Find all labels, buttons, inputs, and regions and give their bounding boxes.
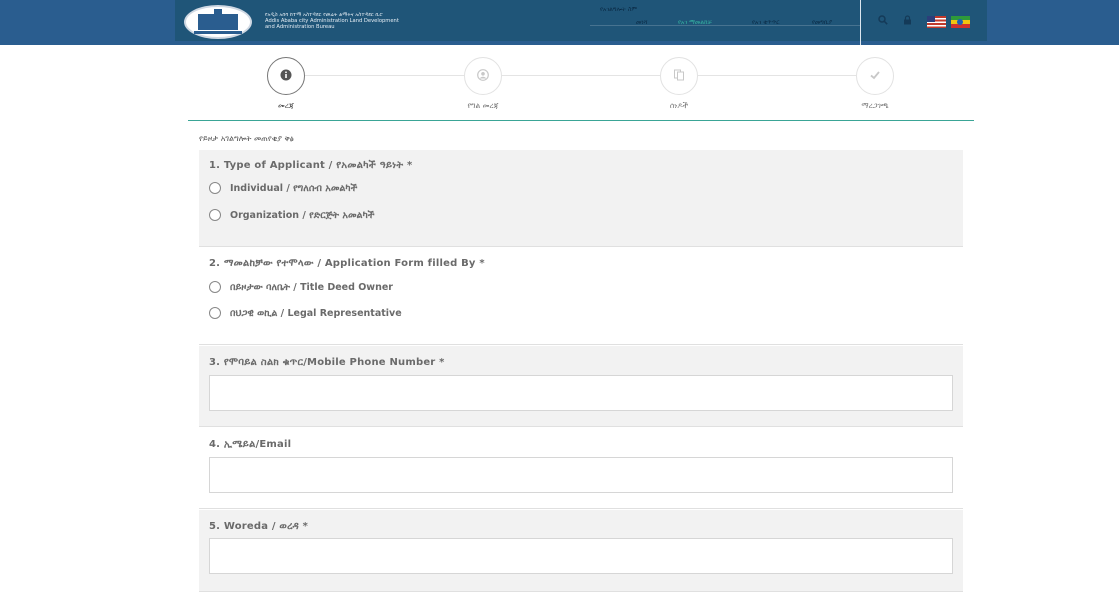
logo-ribbon bbox=[194, 31, 242, 34]
mobile-phone-section: 3. የሞባይል ስልክ ቁጥር/Mobile Phone Number * bbox=[199, 346, 963, 427]
building-emblem-icon bbox=[198, 9, 238, 30]
form-title: የይዞታ አገልግሎት መጠየቂያ ቅፅ bbox=[199, 134, 294, 143]
nav-item-home[interactable]: መነሻ bbox=[636, 19, 648, 27]
radio-label: Individual / የግለሰብ አመልካች bbox=[230, 182, 358, 194]
filled-by-owner-option[interactable]: በይዞታው ባለቤት / Title Deed Owner bbox=[209, 281, 393, 293]
radio-button[interactable] bbox=[209, 209, 221, 221]
search-icon[interactable] bbox=[878, 15, 888, 28]
step-label-personal-info: የግል መረጃ bbox=[467, 101, 499, 110]
nav-item-application[interactable]: የአገ ማመልከቻ bbox=[678, 19, 712, 27]
step-label-documents: ሰነዶች bbox=[669, 101, 689, 110]
applicant-type-section: 1. Type of Applicant / የአመልካች ዓይነት * Ind… bbox=[199, 150, 963, 247]
user-icon bbox=[477, 68, 489, 84]
us-flag-icon[interactable] bbox=[927, 16, 946, 28]
mobile-phone-label: 3. የሞባይል ስልክ ቁጥር/Mobile Phone Number * bbox=[209, 357, 445, 368]
ethiopia-flag-icon[interactable] bbox=[951, 16, 970, 28]
applicant-type-label: 1. Type of Applicant / የአመልካች ዓይነት * bbox=[209, 160, 413, 171]
service-name-link[interactable]: የአገልግሎት ስም bbox=[600, 6, 637, 14]
email-input[interactable] bbox=[209, 457, 953, 493]
email-section: 4. ኢሜይል/Email bbox=[199, 428, 963, 509]
step-label-confirmation: ማረጋገጫ bbox=[861, 101, 889, 110]
bureau-logo[interactable] bbox=[184, 5, 252, 39]
organization-name: የአዲስ አበባ ከተማ አስተዳደር የመሬት ልማትና አስተዳደር ቢሮ … bbox=[265, 12, 415, 30]
nav-item-login[interactable]: የመግቢያ bbox=[812, 19, 832, 27]
mobile-phone-input[interactable] bbox=[209, 375, 953, 411]
radio-button[interactable] bbox=[209, 281, 221, 293]
form-filled-by-label: 2. ማመልከቻው የተሞላው / Application Form fille… bbox=[209, 258, 485, 269]
radio-button[interactable] bbox=[209, 182, 221, 194]
nav-item-tracking[interactable]: የአገ ቁጥጥር bbox=[752, 19, 780, 27]
woreda-label: 5. Woreda / ወረዳ * bbox=[209, 521, 309, 532]
step-connector bbox=[305, 75, 464, 76]
step-connector bbox=[502, 75, 660, 76]
stepper-divider bbox=[188, 120, 974, 121]
info-icon bbox=[280, 69, 292, 84]
step-connector bbox=[698, 75, 856, 76]
step-info[interactable] bbox=[267, 57, 305, 95]
applicant-individual-option[interactable]: Individual / የግለሰብ አመልካች bbox=[209, 182, 357, 194]
form-filled-by-section: 2. ማመልከቻው የተሞላው / Application Form fille… bbox=[199, 248, 963, 345]
radio-label: በይዞታው ባለቤት / Title Deed Owner bbox=[230, 281, 393, 293]
documents-icon bbox=[673, 69, 685, 84]
woreda-input[interactable] bbox=[209, 538, 953, 574]
step-personal-info[interactable] bbox=[464, 57, 502, 95]
filled-by-representative-option[interactable]: በህጋዊ ወኪል / Legal Representative bbox=[209, 307, 402, 319]
check-icon bbox=[869, 69, 881, 84]
step-confirmation[interactable] bbox=[856, 57, 894, 95]
radio-label: Organization / የድርጅት አመልካች bbox=[230, 209, 375, 221]
org-name-english-2: and Administration Bureau bbox=[265, 24, 335, 30]
email-label: 4. ኢሜይል/Email bbox=[209, 439, 292, 450]
header-divider bbox=[860, 0, 861, 45]
applicant-organization-option[interactable]: Organization / የድርጅት አመልካች bbox=[209, 209, 374, 221]
step-documents[interactable] bbox=[660, 57, 698, 95]
woreda-section: 5. Woreda / ወረዳ * bbox=[199, 510, 963, 592]
step-label-info: መረጃ bbox=[278, 101, 294, 110]
radio-label: በህጋዊ ወኪል / Legal Representative bbox=[230, 307, 402, 319]
radio-button[interactable] bbox=[209, 307, 221, 319]
lock-icon[interactable] bbox=[903, 15, 912, 28]
